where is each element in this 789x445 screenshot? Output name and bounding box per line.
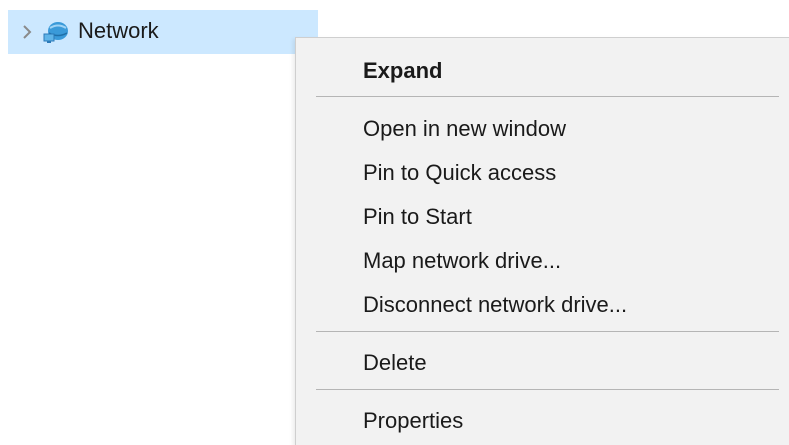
context-menu: Expand Open in new window Pin to Quick a… bbox=[295, 37, 789, 445]
menu-item-open-new-window[interactable]: Open in new window bbox=[363, 116, 566, 142]
navigation-pane: Network Expand Open in new window Pin to… bbox=[0, 0, 789, 445]
menu-item-pin-quick-access[interactable]: Pin to Quick access bbox=[363, 160, 556, 186]
menu-item-pin-start[interactable]: Pin to Start bbox=[363, 204, 472, 230]
tree-item-label: Network bbox=[78, 18, 159, 43]
menu-item-properties[interactable]: Properties bbox=[363, 408, 463, 434]
menu-separator bbox=[316, 389, 779, 390]
menu-separator bbox=[316, 96, 779, 97]
menu-item-delete[interactable]: Delete bbox=[363, 350, 427, 376]
tree-item-network[interactable]: Network bbox=[8, 10, 318, 54]
menu-item-expand[interactable]: Expand bbox=[363, 58, 442, 84]
menu-item-map-drive[interactable]: Map network drive... bbox=[363, 248, 561, 274]
chevron-right-icon[interactable] bbox=[12, 24, 42, 40]
menu-item-disconnect-drive[interactable]: Disconnect network drive... bbox=[363, 292, 627, 318]
network-icon bbox=[42, 20, 72, 44]
menu-separator bbox=[316, 331, 779, 332]
